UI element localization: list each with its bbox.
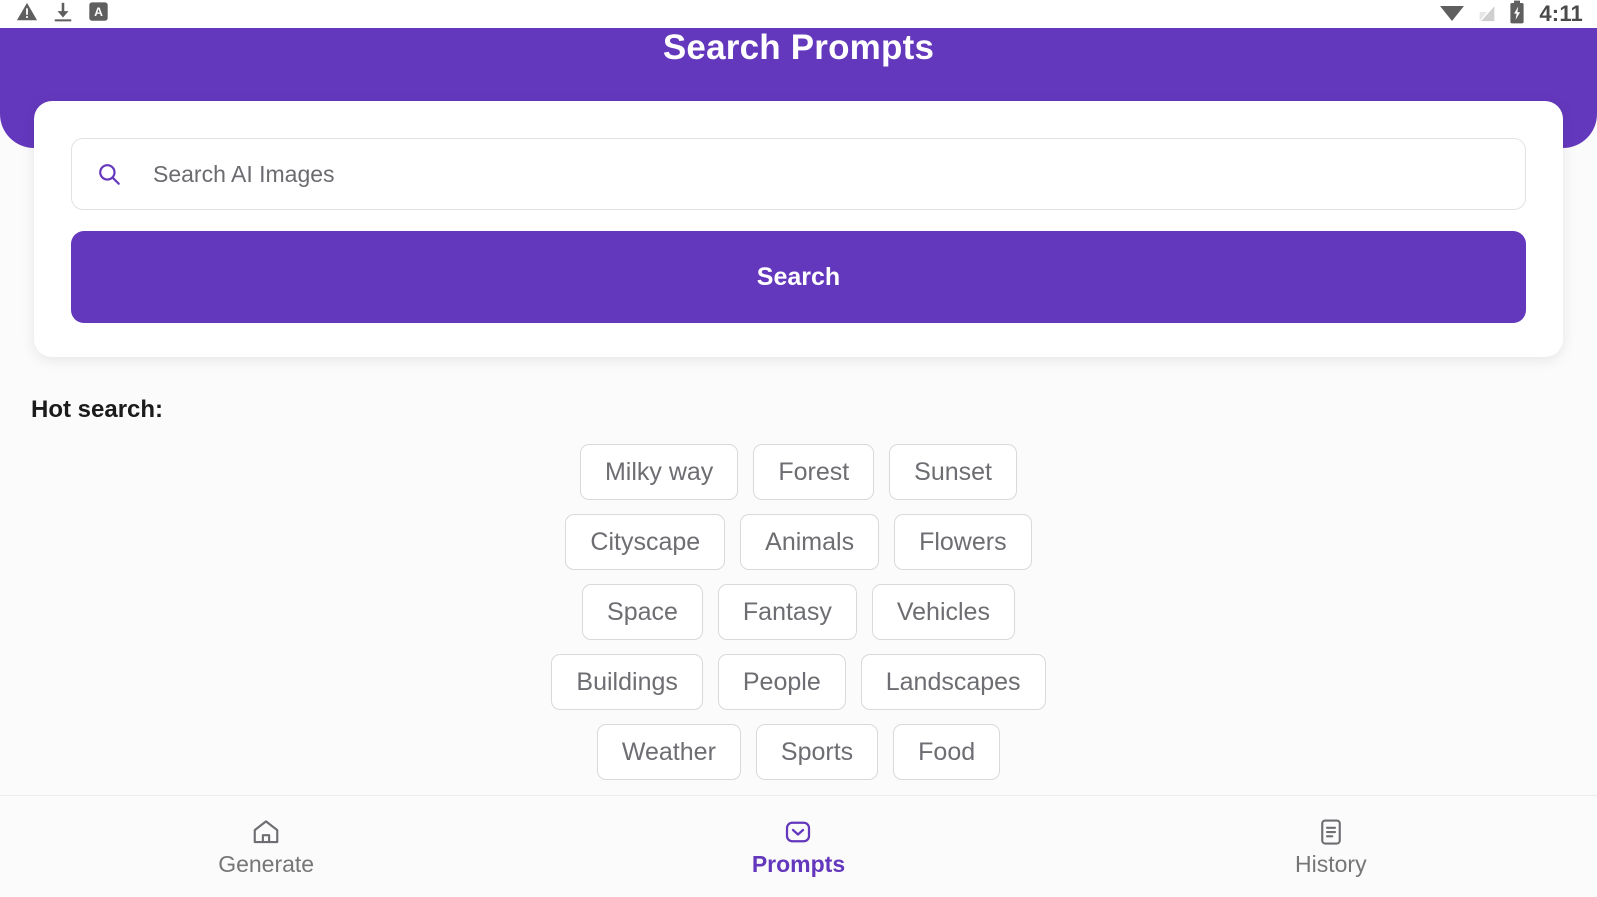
nav-label-history: History: [1295, 851, 1367, 877]
chip-row: Weather Sports Food: [0, 724, 1597, 780]
letter-a-badge-icon: A: [88, 1, 109, 27]
svg-text:A: A: [94, 5, 103, 19]
hot-search-chip[interactable]: Animals: [740, 514, 880, 570]
document-list-icon: [1316, 817, 1346, 847]
battery-charging-icon: [1509, 0, 1525, 29]
hot-search-chip[interactable]: Space: [582, 584, 703, 640]
chip-row: Milky way Forest Sunset: [0, 444, 1597, 500]
search-input[interactable]: [124, 139, 1525, 209]
search-icon: [94, 159, 124, 189]
hot-search-chip[interactable]: Cityscape: [565, 514, 726, 570]
hot-search-chip[interactable]: Landscapes: [860, 654, 1046, 710]
hot-search-chip[interactable]: Vehicles: [871, 584, 1015, 640]
nav-label-prompts: Prompts: [751, 851, 846, 877]
nav-item-generate[interactable]: Generate: [0, 796, 532, 897]
search-card: Search: [34, 101, 1563, 357]
hot-search-chip[interactable]: Milky way: [579, 444, 739, 500]
hot-search-chip[interactable]: Forest: [753, 444, 875, 500]
nav-label-generate: Generate: [218, 851, 315, 877]
warning-triangle-icon: [16, 1, 38, 28]
status-bar-clock: 4:11: [1539, 1, 1583, 26]
hot-search-label: Hot search:: [31, 396, 164, 423]
status-bar-left-icons: A: [16, 1, 109, 28]
page-title: Search Prompts: [662, 28, 935, 67]
hot-search-chip[interactable]: People: [717, 654, 846, 710]
nav-item-history[interactable]: History: [1065, 796, 1597, 897]
status-bar-right-icons: 4:11: [1439, 0, 1583, 29]
hot-search-chips: Milky way Forest Sunset Cityscape Animal…: [0, 444, 1597, 794]
message-chevron-icon: [783, 817, 813, 847]
chip-row: Buildings People Landscapes: [0, 654, 1597, 710]
home-icon: [251, 817, 281, 847]
search-field-container[interactable]: [71, 138, 1526, 210]
download-icon: [52, 1, 74, 28]
hot-search-chip[interactable]: Weather: [596, 724, 741, 780]
status-bar: A 4:11: [0, 0, 1597, 28]
hot-search-chip[interactable]: Fantasy: [717, 584, 857, 640]
hot-search-chip[interactable]: Buildings: [551, 654, 703, 710]
hot-search-chip[interactable]: Sports: [755, 724, 879, 780]
sim-card-off-icon: [1476, 1, 1498, 28]
bottom-navigation-bar: Generate Prompts History: [0, 795, 1597, 897]
chip-row: Cityscape Animals Flowers: [0, 514, 1597, 570]
chip-row: Space Fantasy Vehicles: [0, 584, 1597, 640]
hot-search-chip[interactable]: Food: [893, 724, 1001, 780]
hot-search-chip[interactable]: Flowers: [894, 514, 1032, 570]
nav-item-prompts[interactable]: Prompts: [532, 796, 1064, 897]
wifi-icon: [1439, 1, 1465, 28]
hot-search-chip[interactable]: Sunset: [889, 444, 1018, 500]
search-button[interactable]: Search: [71, 231, 1526, 323]
